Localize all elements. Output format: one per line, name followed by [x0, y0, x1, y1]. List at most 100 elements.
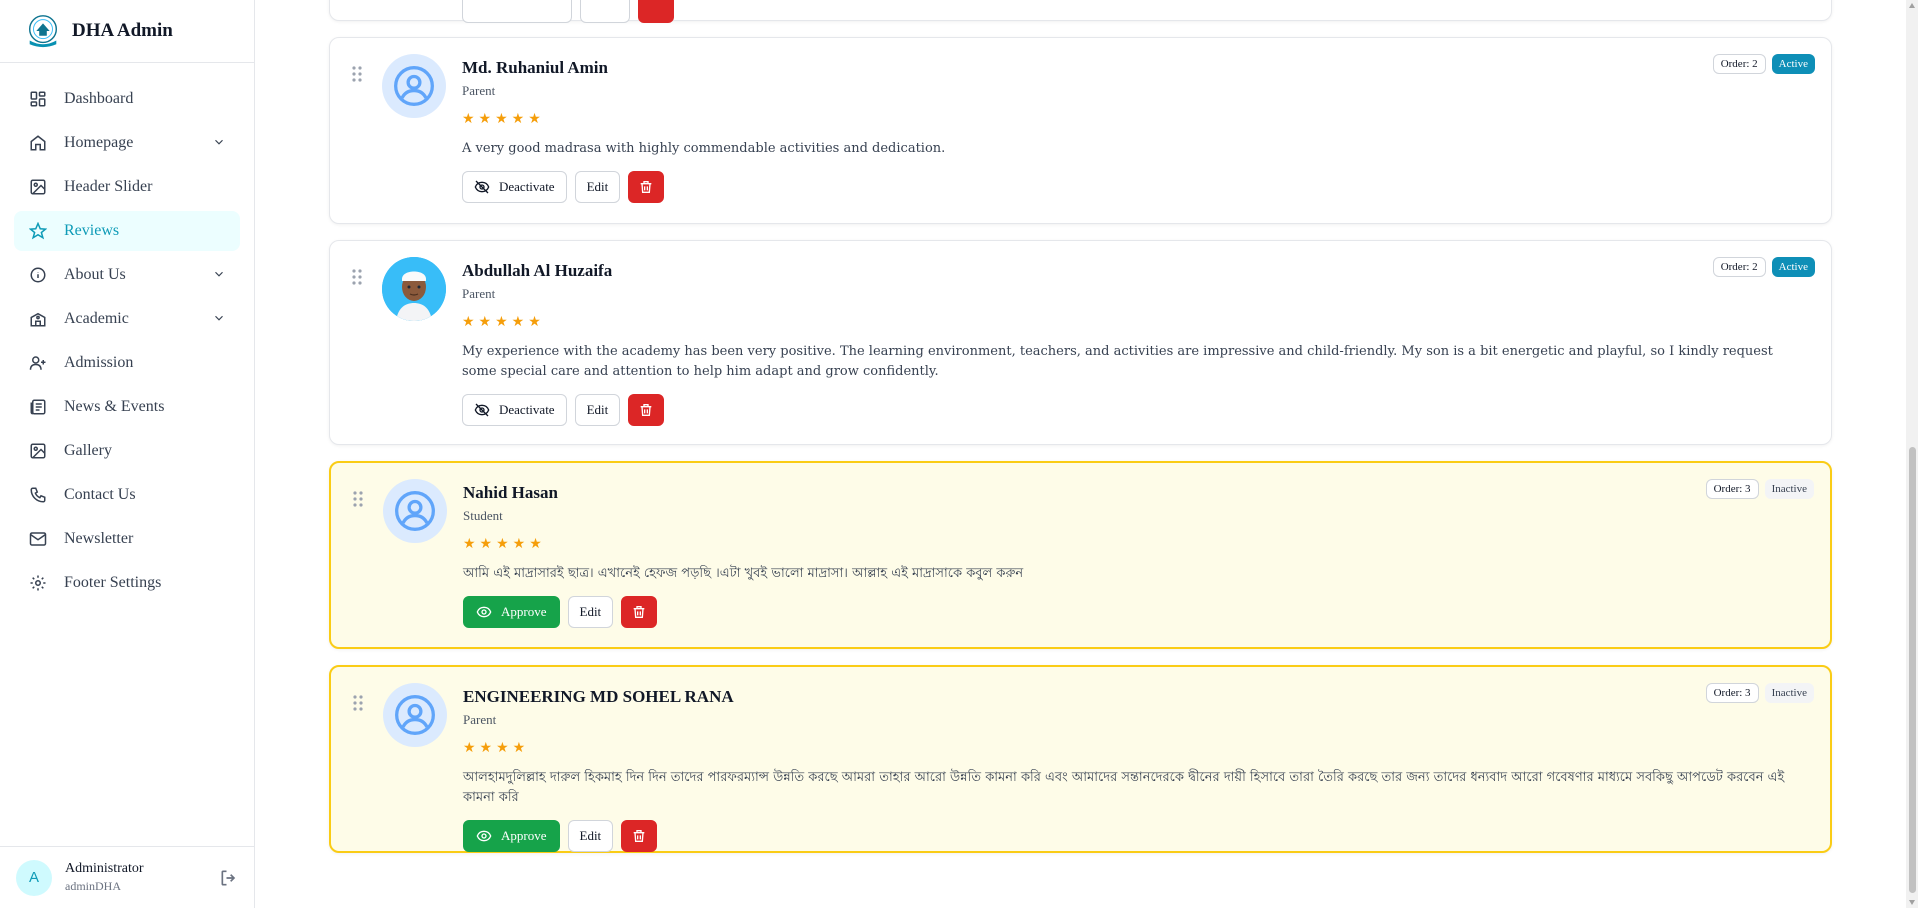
sidebar-item-label: Header Slider	[64, 178, 153, 195]
review-card-partial	[329, 0, 1832, 23]
edit-button[interactable]: Edit	[567, 596, 614, 628]
avatar	[382, 54, 446, 118]
deactivate-button[interactable]	[462, 0, 572, 23]
scrollbar-thumb[interactable]	[1909, 447, 1916, 893]
user-plus-icon	[29, 356, 46, 370]
sidebar-item-footer-settings[interactable]: Footer Settings	[14, 563, 240, 603]
dashboard-icon	[30, 91, 46, 107]
reviewer-role: Student	[463, 508, 503, 523]
sidebar-item-label: Admission	[64, 354, 134, 371]
sidebar-item-label: Footer Settings	[64, 574, 162, 591]
order-badge: Order: 3	[1705, 479, 1759, 499]
info-icon	[30, 267, 46, 283]
sidebar-item-label: About Us	[64, 266, 126, 283]
reviewer-role: Parent	[462, 286, 496, 301]
sidebar-item-gallery[interactable]: Gallery	[14, 431, 240, 471]
delete-button[interactable]	[628, 171, 665, 203]
drag-handle-icon[interactable]	[351, 489, 365, 509]
review-card: Abdullah Al Huzaifa Parent ★★★★★ My expe…	[329, 240, 1832, 445]
user-name: Administrator	[65, 861, 144, 876]
delete-button[interactable]	[638, 0, 674, 23]
order-badge: Order: 3	[1705, 683, 1759, 703]
mail-icon	[29, 532, 47, 546]
order-badge: Order: 2	[1712, 257, 1766, 277]
trash-icon	[640, 181, 652, 193]
delete-button[interactable]	[628, 394, 665, 426]
reviewer-name: ENGINEERING MD SOHEL RANA	[463, 687, 734, 706]
review-text: আমি এই মাদ্রাসারই ছাত্র। এখানেই হেফজ পড়…	[463, 566, 1024, 581]
status-badge: Active	[1771, 54, 1815, 74]
brand-title: DHA Admin	[72, 20, 173, 41]
sidebar-item-reviews[interactable]: Reviews	[14, 211, 240, 251]
logout-icon[interactable]	[219, 868, 239, 888]
reviewer-photo	[382, 257, 446, 321]
star-rating: ★★★★	[463, 740, 530, 756]
chevron-down-icon[interactable]	[212, 311, 226, 325]
reviews-main: Md. Ruhaniul Amin Parent ★★★★★ A very go…	[256, 0, 1906, 908]
avatar	[383, 683, 447, 747]
delete-button[interactable]	[621, 596, 658, 628]
sidebar-item-label: Newsletter	[64, 530, 134, 547]
status-badge: Inactive	[1764, 683, 1814, 703]
logo-icon	[28, 15, 58, 48]
user-profile: A Administrator adminDHA	[0, 846, 255, 908]
eye-icon	[476, 830, 492, 842]
sidebar-nav: Dashboard Homepage Header Slider Reviews…	[0, 63, 254, 603]
scroll-down-icon[interactable]	[1909, 900, 1915, 905]
status-badge: Active	[1771, 257, 1815, 277]
reviewer-role: Parent	[463, 712, 497, 727]
trash-icon	[640, 404, 652, 416]
brand[interactable]: DHA Admin	[0, 0, 254, 63]
user-circle-icon	[395, 491, 435, 531]
sidebar-item-header-slider[interactable]: Header Slider	[14, 167, 240, 207]
deactivate-button[interactable]: Deactivate	[462, 394, 567, 426]
order-badge: Order: 2	[1712, 54, 1766, 74]
deactivate-button[interactable]: Deactivate	[462, 171, 567, 203]
sidebar-item-newsletter[interactable]: Newsletter	[14, 519, 240, 559]
sidebar-item-label: Homepage	[64, 134, 134, 151]
drag-handle-icon[interactable]	[351, 693, 365, 713]
school-icon	[30, 312, 46, 327]
review-text: আলহামদুলিল্লাহ দারুল হিকমাহ দিন দিন তাদে…	[463, 770, 1785, 805]
star-rating: ★★★★★	[463, 536, 546, 552]
sidebar-item-dashboard[interactable]: Dashboard	[14, 79, 240, 119]
chevron-down-icon[interactable]	[212, 135, 226, 149]
trash-icon	[633, 830, 645, 842]
edit-button[interactable]: Edit	[567, 820, 614, 852]
user-circle-icon	[395, 695, 435, 735]
reviewer-role: Parent	[462, 83, 496, 98]
sidebar-item-about-us[interactable]: About Us	[14, 255, 240, 295]
reviewer-name: Md. Ruhaniul Amin	[462, 58, 608, 77]
review-card: Md. Ruhaniul Amin Parent ★★★★★ A very go…	[329, 37, 1832, 224]
sidebar-item-homepage[interactable]: Homepage	[14, 123, 240, 163]
home-icon	[30, 135, 46, 151]
gear-icon	[30, 575, 46, 591]
avatar: A	[16, 859, 52, 896]
eye-off-icon	[474, 403, 490, 417]
sidebar-item-news-events[interactable]: News & Events	[14, 387, 240, 427]
newspaper-icon	[30, 399, 46, 415]
sidebar-item-contact-us[interactable]: Contact Us	[14, 475, 240, 515]
phone-icon	[30, 487, 46, 503]
child-photo-icon	[382, 257, 446, 321]
reviewer-name: Abdullah Al Huzaifa	[462, 261, 613, 280]
star-rating: ★★★★★	[462, 111, 545, 127]
edit-button[interactable]: Edit	[574, 394, 621, 426]
drag-handle-icon[interactable]	[350, 267, 364, 287]
edit-button[interactable]: Edit	[574, 171, 621, 203]
sidebar-item-label: Gallery	[64, 442, 112, 459]
sidebar-item-label: Contact Us	[64, 486, 136, 503]
sidebar-item-academic[interactable]: Academic	[14, 299, 240, 339]
drag-handle-icon[interactable]	[350, 64, 364, 84]
approve-button[interactable]: Approve	[463, 596, 560, 628]
gallery-icon	[30, 443, 46, 459]
approve-button[interactable]: Approve	[463, 820, 560, 852]
sidebar-item-admission[interactable]: Admission	[14, 343, 240, 383]
edit-button[interactable]	[580, 0, 630, 23]
delete-button[interactable]	[621, 820, 658, 852]
chevron-down-icon[interactable]	[212, 267, 226, 281]
avatar	[383, 479, 447, 543]
image-icon	[30, 179, 46, 195]
page-scrollbar[interactable]	[1906, 0, 1918, 908]
scroll-up-icon[interactable]	[1909, 3, 1915, 8]
